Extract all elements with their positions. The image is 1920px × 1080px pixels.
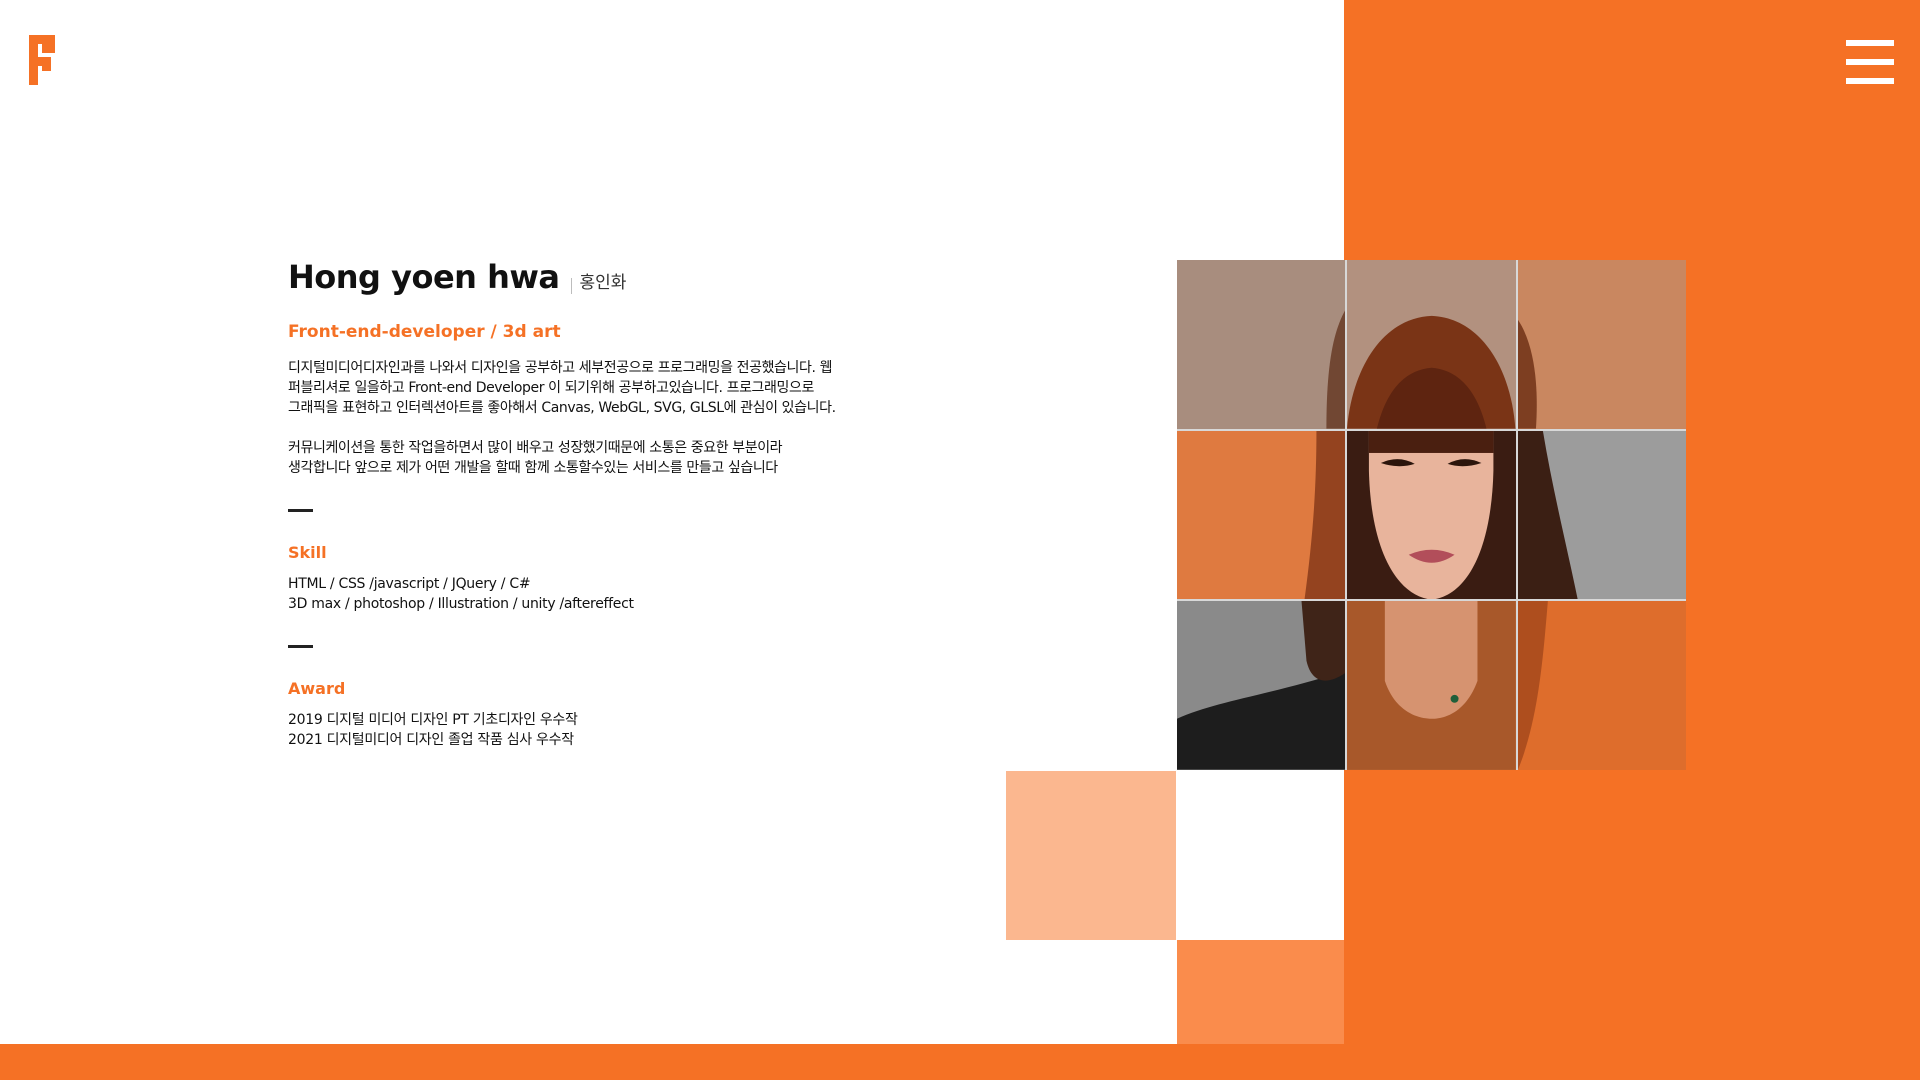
intro-paragraph-2: 커뮤니케이션을 통한 작업을하면서 많이 배우고 성장했기때문에 소통은 중요한… — [288, 440, 783, 476]
photo-tile — [1347, 601, 1516, 770]
skill-list: HTML / CSS /javascript / JQuery / C# 3D … — [288, 574, 928, 614]
photo-tile — [1347, 260, 1516, 429]
award-title: Award — [288, 679, 346, 698]
photo-tile — [1177, 601, 1346, 770]
skill-item: HTML / CSS /javascript / JQuery / C# — [288, 576, 531, 592]
photo-tile — [1517, 601, 1686, 770]
name-divider — [570, 278, 572, 294]
award-list: 2019 디지털 미디어 디자인 PT 기초디자인 우수작 2021 디지털미디… — [288, 710, 928, 750]
skill-title: Skill — [288, 543, 327, 562]
logo-icon[interactable] — [29, 35, 55, 85]
photo-tile — [1347, 430, 1516, 600]
section-divider — [288, 509, 313, 512]
bottom-orange-bar — [0, 1044, 1920, 1080]
photo-tile — [1177, 430, 1346, 600]
decorative-square-light — [1006, 771, 1176, 940]
photo-tile — [1517, 430, 1686, 600]
intro-paragraph-1: 디지털미디어디자인과를 나와서 디자인을 공부하고 세부전공으로 프로그래밍을 … — [288, 360, 836, 416]
skill-item: 3D max / photoshop / Illustration / unit… — [288, 596, 634, 612]
decorative-square-mid — [1177, 940, 1344, 1044]
hamburger-menu-icon[interactable] — [1846, 40, 1894, 84]
profile-photo-grid — [1177, 260, 1686, 770]
section-divider — [288, 645, 313, 648]
profile-name-korean: 홍인화 — [579, 273, 627, 293]
name-heading: Hong yoen hwa 홍인화 — [288, 258, 928, 302]
photo-tile — [1177, 260, 1346, 429]
photo-tile — [1517, 260, 1686, 429]
profile-name: Hong yoen hwa — [288, 258, 560, 296]
profile-role: Front-end-developer / 3d art — [288, 322, 561, 342]
award-item: 2021 디지털미디어 디자인 졸업 작품 심사 우수작 — [288, 732, 574, 748]
award-item: 2019 디지털 미디어 디자인 PT 기초디자인 우수작 — [288, 712, 578, 728]
profile-section: Hong yoen hwa 홍인화 Front-end-developer / … — [288, 258, 928, 750]
